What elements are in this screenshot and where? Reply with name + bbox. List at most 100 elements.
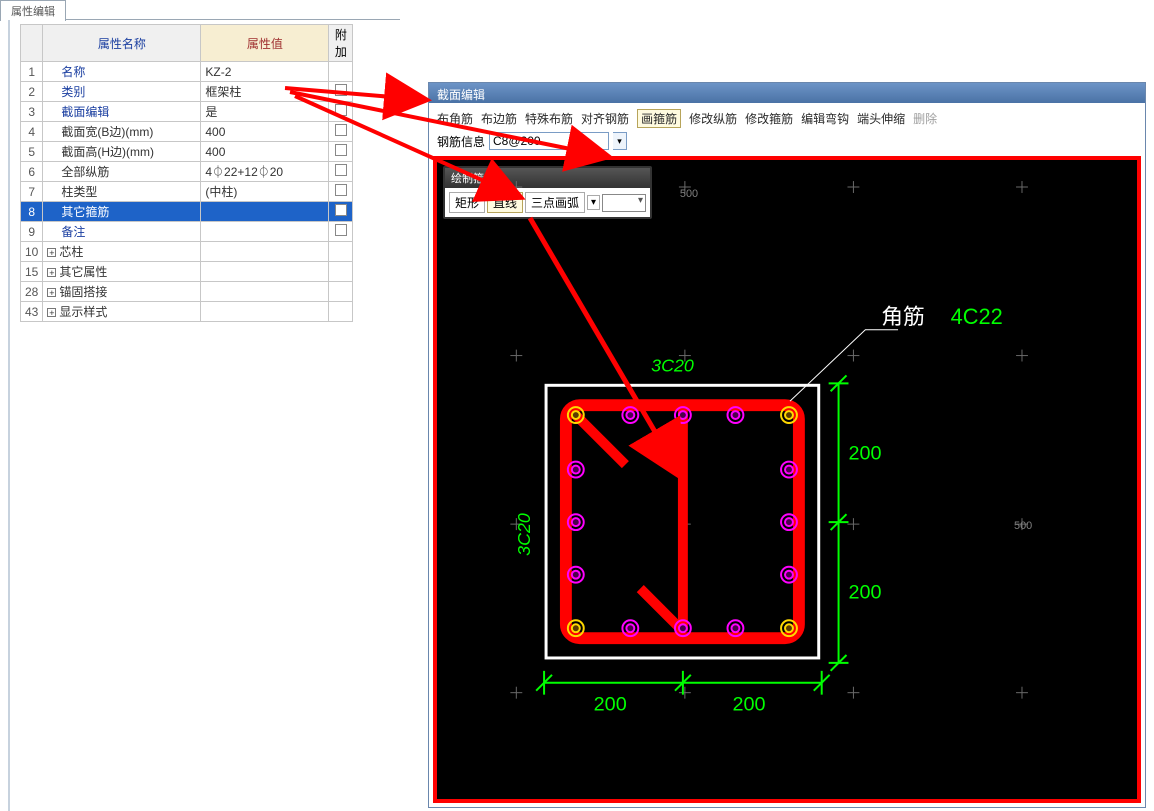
row-num: 10	[21, 242, 43, 262]
checkbox-icon[interactable]	[335, 164, 347, 176]
dim-right-2: 200	[848, 581, 881, 603]
checkbox-icon[interactable]	[335, 224, 347, 236]
row-value[interactable]	[201, 262, 329, 282]
row-name[interactable]: 名称	[43, 62, 201, 82]
table-row[interactable]: 2类别框架柱	[21, 82, 353, 102]
expand-icon[interactable]: +	[47, 308, 56, 317]
row-add[interactable]	[329, 62, 353, 82]
table-row[interactable]: 6全部纵筋4⏀22+12⏀20	[21, 162, 353, 182]
checkbox-icon[interactable]	[335, 84, 347, 96]
axis-label-500b: 500	[1014, 520, 1032, 532]
table-row[interactable]: 7柱类型(中柱)	[21, 182, 353, 202]
toolbar-item[interactable]: 修改纵筋	[689, 110, 737, 127]
row-name[interactable]: 截面宽(B边)(mm)	[43, 122, 201, 142]
table-row[interactable]: 8其它箍筋	[21, 202, 353, 222]
toolbar-item[interactable]: 修改箍筋	[745, 110, 793, 127]
row-add[interactable]	[329, 202, 353, 222]
checkbox-icon[interactable]	[335, 184, 347, 196]
toolbar-item[interactable]: 画箍筋	[637, 109, 681, 128]
row-num: 15	[21, 262, 43, 282]
checkbox-icon[interactable]	[335, 124, 347, 136]
toolbar-item[interactable]: 特殊布筋	[525, 110, 573, 127]
row-num: 6	[21, 162, 43, 182]
toolbar-item[interactable]: 布角筋	[437, 110, 473, 127]
tab-properties[interactable]: 属性编辑	[0, 0, 66, 21]
toolbar-item[interactable]: 布边筋	[481, 110, 517, 127]
row-name[interactable]: +锚固搭接	[43, 282, 201, 302]
row-name[interactable]: 备注	[43, 222, 201, 242]
rebar-info-dropdown[interactable]: ▾	[613, 132, 627, 150]
row-add[interactable]	[329, 102, 353, 122]
row-name[interactable]: 截面编辑	[43, 102, 201, 122]
dim-bottom-1: 200	[594, 694, 627, 716]
dim-bottom-2: 200	[732, 694, 765, 716]
row-value[interactable]	[201, 302, 329, 322]
row-name[interactable]: 柱类型	[43, 182, 201, 202]
rebar-info-input[interactable]	[489, 132, 609, 150]
row-add[interactable]	[329, 162, 353, 182]
table-row[interactable]: 10+芯柱	[21, 242, 353, 262]
table-row[interactable]: 15+其它属性	[21, 262, 353, 282]
section-canvas[interactable]: 绘制箍筋 矩形直线三点画弧▾ 500 500 3C20 3C20	[433, 156, 1141, 803]
rebar-param-row: 钢筋信息 ▾	[429, 130, 1145, 156]
row-value[interactable]: 是	[201, 102, 329, 122]
row-add[interactable]	[329, 142, 353, 162]
row-name[interactable]: 截面高(H边)(mm)	[43, 142, 201, 162]
corner-label-green: 4C22	[951, 304, 1003, 329]
table-row[interactable]: 28+锚固搭接	[21, 282, 353, 302]
row-add[interactable]	[329, 182, 353, 202]
corner-label-white: 角筋	[881, 304, 925, 329]
checkbox-icon[interactable]	[335, 204, 347, 216]
canvas-svg: 500 500 3C20 3C20 角筋 4C22	[437, 160, 1137, 799]
table-row[interactable]: 3截面编辑是	[21, 102, 353, 122]
checkbox-icon[interactable]	[335, 144, 347, 156]
row-value[interactable]	[201, 282, 329, 302]
row-value[interactable]: 4⏀22+12⏀20	[201, 162, 329, 182]
dim-right-1: 200	[848, 443, 881, 465]
table-row[interactable]: 4截面宽(B边)(mm)400	[21, 122, 353, 142]
rebar-label-top: 3C20	[651, 355, 694, 375]
row-value[interactable]: 框架柱	[201, 82, 329, 102]
row-name[interactable]: 其它箍筋	[43, 202, 201, 222]
row-value[interactable]	[201, 222, 329, 242]
row-add[interactable]	[329, 82, 353, 102]
row-value[interactable]: (中柱)	[201, 182, 329, 202]
row-num: 1	[21, 62, 43, 82]
row-value[interactable]: 400	[201, 122, 329, 142]
expand-icon[interactable]: +	[47, 268, 56, 277]
row-name[interactable]: +芯柱	[43, 242, 201, 262]
expand-icon[interactable]: +	[47, 248, 56, 257]
toolbar-item[interactable]: 对齐钢筋	[581, 110, 629, 127]
table-row[interactable]: 1名称KZ-2	[21, 62, 353, 82]
row-name[interactable]: 类别	[43, 82, 201, 102]
table-row[interactable]: 9备注	[21, 222, 353, 242]
row-name[interactable]: 全部纵筋	[43, 162, 201, 182]
table-row[interactable]: 43+显示样式	[21, 302, 353, 322]
row-num: 3	[21, 102, 43, 122]
rebar-info-label: 钢筋信息	[437, 133, 485, 150]
rebar-label-left: 3C20	[514, 513, 534, 556]
row-add[interactable]	[329, 242, 353, 262]
expand-icon[interactable]: +	[47, 288, 56, 297]
toolbar-item[interactable]: 编辑弯钩	[801, 110, 849, 127]
row-add[interactable]	[329, 122, 353, 142]
row-name[interactable]: +显示样式	[43, 302, 201, 322]
row-value[interactable]	[201, 202, 329, 222]
checkbox-icon[interactable]	[335, 104, 347, 116]
row-add[interactable]	[329, 302, 353, 322]
row-value[interactable]	[201, 242, 329, 262]
row-add[interactable]	[329, 222, 353, 242]
row-name[interactable]: +其它属性	[43, 262, 201, 282]
row-add[interactable]	[329, 262, 353, 282]
editor-title: 截面编辑	[429, 83, 1145, 103]
row-num: 8	[21, 202, 43, 222]
table-row[interactable]: 5截面高(H边)(mm)400	[21, 142, 353, 162]
row-value[interactable]: KZ-2	[201, 62, 329, 82]
col-name: 属性名称	[43, 25, 201, 62]
toolbar-item[interactable]: 端头伸缩	[857, 110, 905, 127]
section-editor-window: 截面编辑 布角筋布边筋特殊布筋对齐钢筋画箍筋修改纵筋修改箍筋编辑弯钩端头伸缩删除…	[428, 82, 1146, 808]
row-value[interactable]: 400	[201, 142, 329, 162]
editor-toolbar: 布角筋布边筋特殊布筋对齐钢筋画箍筋修改纵筋修改箍筋编辑弯钩端头伸缩删除	[429, 103, 1145, 130]
row-add[interactable]	[329, 282, 353, 302]
toolbar-item[interactable]: 删除	[913, 110, 937, 127]
